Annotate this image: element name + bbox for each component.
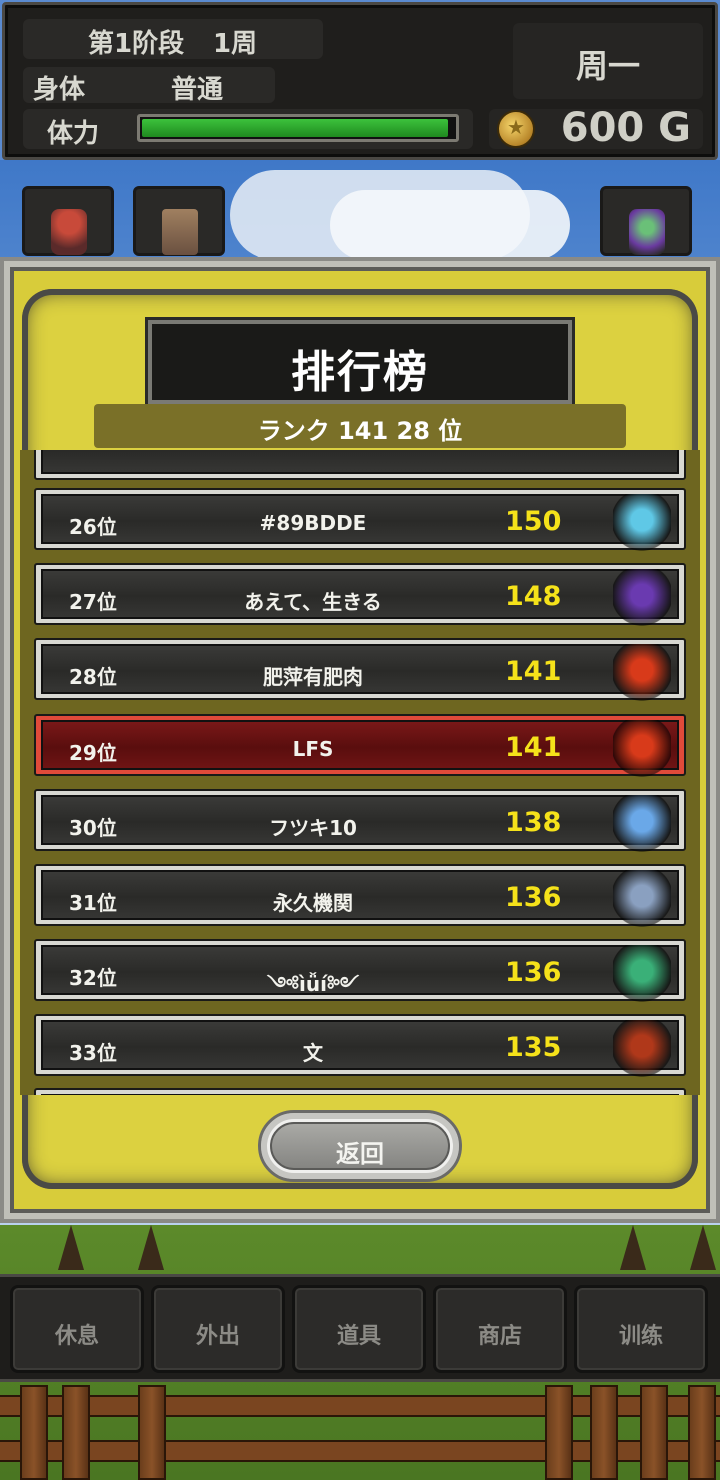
leaderboard-title: 排行榜 xyxy=(291,347,429,398)
steel-golem-monster-icon xyxy=(613,870,671,928)
row-score: 135 xyxy=(505,1032,562,1064)
menu-outing-button[interactable]: 外出 xyxy=(151,1285,285,1373)
wooden-fence xyxy=(0,1385,720,1480)
week-label: 1周 xyxy=(213,29,258,59)
ice-ghost-monster-icon xyxy=(613,494,671,552)
leaderboard-list[interactable]: 26位 #89BDDE 150 27位 あえて、生きる 148 28位 肥萍有肥肉 141 29位… xyxy=(20,450,700,1095)
leaderboard-row[interactable]: 26位 #89BDDE 150 xyxy=(34,488,686,552)
menu-training-label: 训练 xyxy=(618,1324,663,1349)
grass-spike xyxy=(138,1225,164,1270)
row-player-name: 永久機関 xyxy=(273,891,353,915)
menu-rest-button[interactable]: 休息 xyxy=(10,1285,144,1373)
row-score: 141 xyxy=(505,731,562,763)
row-score: 141 xyxy=(505,656,562,688)
leaderboard-title-plate: 排行榜 xyxy=(148,320,572,404)
row-score: 136 xyxy=(505,957,562,989)
my-rank-text: ランク 141 28 位 xyxy=(257,417,463,445)
leaderboard-row[interactable]: 27位 あえて、生きる 148 xyxy=(34,563,686,628)
row-rank: 28位 xyxy=(69,665,117,690)
row-player-name: ༺ìǚí༻ xyxy=(267,972,359,997)
leaderboard-row[interactable]: 32位 ༺ìǚí༻ 136 xyxy=(34,939,686,1004)
hero-slot[interactable] xyxy=(22,186,114,256)
menu-outing-label: 外出 xyxy=(195,1324,240,1349)
back-button[interactable]: 返回 xyxy=(258,1110,462,1182)
row-rank: 31位 xyxy=(69,891,117,915)
weekday-label: 周一 xyxy=(575,47,640,85)
row-player-name: フツキ10 xyxy=(269,815,357,840)
monster-portrait-icon xyxy=(629,209,665,255)
row-score: 138 xyxy=(505,806,562,838)
fire-demon-monster-icon xyxy=(613,719,671,778)
hero-portrait-icon xyxy=(51,209,87,255)
menu-shop-label: 商店 xyxy=(477,1324,522,1349)
leaderboard-row-self[interactable]: 29位 LFS 141 xyxy=(34,713,686,778)
leaderboard-row[interactable]: 30位 フツキ10 138 xyxy=(34,788,686,853)
leaderboard-row[interactable]: 28位 肥萍有肥肉 141 xyxy=(34,638,686,703)
grass-spike xyxy=(690,1225,716,1270)
stamina-bar xyxy=(137,114,459,142)
gold-amount: 600 G xyxy=(560,105,691,151)
body-label: 身体 xyxy=(33,75,86,105)
bottom-menu: 休息 外出 道具 商店 训练 xyxy=(0,1274,720,1382)
grass-spike xyxy=(620,1225,646,1270)
fire-demon-monster-icon xyxy=(613,644,671,703)
purple-dragon-monster-icon xyxy=(613,569,671,628)
leaderboard-row[interactable]: 33位 文 135 xyxy=(34,1014,686,1079)
gold-coin-icon xyxy=(497,110,535,148)
status-bar: 第1阶段 1周 身体 普通 体力 周一 600 G xyxy=(2,2,718,160)
scroll-icon xyxy=(162,209,198,255)
leaderboard-row-partial xyxy=(34,1088,686,1095)
ice-dragon-monster-icon xyxy=(613,794,671,853)
row-player-name: LFS xyxy=(292,736,334,761)
back-button-label: 返回 xyxy=(336,1140,384,1168)
row-rank: 26位 xyxy=(69,515,117,539)
menu-training-button[interactable]: 训练 xyxy=(574,1285,708,1373)
stamina-bar-fill xyxy=(142,119,448,137)
row-rank: 27位 xyxy=(69,590,117,615)
menu-shop-button[interactable]: 商店 xyxy=(433,1285,567,1373)
row-rank: 33位 xyxy=(69,1041,117,1066)
menu-items-button[interactable]: 道具 xyxy=(292,1285,426,1373)
row-score: 150 xyxy=(505,506,562,537)
leaderboard-row[interactable]: 31位 永久機関 136 xyxy=(34,864,686,928)
row-score: 148 xyxy=(505,581,562,613)
scroll-slot[interactable] xyxy=(133,186,225,256)
row-score: 136 xyxy=(505,882,562,913)
stage-panel: 第1阶段 1周 xyxy=(23,19,323,59)
cloud xyxy=(330,190,570,260)
body-value: 普通 xyxy=(171,75,224,105)
red-dragon-monster-icon xyxy=(613,1020,671,1079)
menu-rest-label: 休息 xyxy=(54,1324,99,1349)
row-player-name: 文 xyxy=(303,1041,323,1066)
row-rank: 29位 xyxy=(69,740,117,765)
row-player-name: 肥萍有肥肉 xyxy=(263,665,363,690)
row-rank: 32位 xyxy=(69,966,117,991)
body-condition-panel: 身体 普通 xyxy=(23,67,275,105)
stamina-label: 体力 xyxy=(47,119,100,149)
monster-slot[interactable] xyxy=(600,186,692,256)
my-rank-strip: ランク 141 28 位 xyxy=(94,404,626,448)
row-player-name: #89BDDE xyxy=(259,511,367,535)
menu-items-label: 道具 xyxy=(336,1324,381,1349)
green-gold-mecha-monster-icon xyxy=(613,945,671,1004)
row-player-name: あえて、生きる xyxy=(244,590,382,615)
grass-spike xyxy=(58,1225,84,1270)
leaderboard-row-partial xyxy=(34,450,686,480)
gold-panel: 600 G xyxy=(489,105,703,151)
weekday-panel: 周一 xyxy=(513,23,703,99)
stage-label: 第1阶段 xyxy=(88,29,185,59)
stamina-panel: 体力 xyxy=(23,109,473,149)
row-rank: 30位 xyxy=(69,815,117,840)
